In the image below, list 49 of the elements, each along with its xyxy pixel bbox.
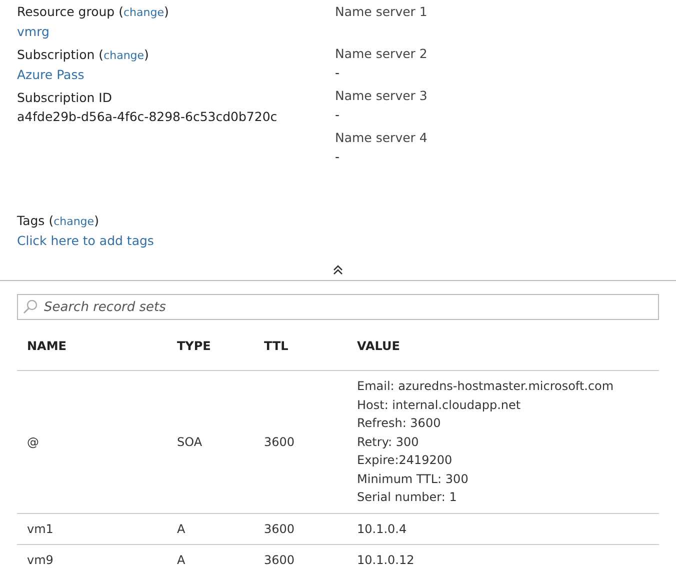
table-cell-text: Retry: 300: [357, 434, 419, 450]
column-header: VALUE: [357, 339, 400, 353]
parenthesis: (: [98, 46, 104, 64]
field-label: Name server 2: [335, 45, 428, 63]
table-cell: SOA: [177, 434, 202, 449]
parenthesis: ): [94, 212, 99, 230]
change-link[interactable]: change: [124, 4, 164, 22]
table-cell-text: 10.1.0.12: [357, 552, 414, 569]
parenthesis: (: [118, 3, 124, 21]
field-label: Name server 4: [335, 129, 428, 147]
table-cell-text: 10.1.0.4: [357, 520, 407, 538]
field-value: -: [335, 64, 341, 82]
table-cell: @: [27, 434, 39, 449]
parenthesis: ): [164, 3, 169, 21]
table-cell-text: Minimum TTL: 300: [357, 470, 468, 488]
value-link[interactable]: vmrg: [17, 22, 335, 41]
field-label: Name server 3: [335, 87, 428, 105]
field-value: -: [335, 106, 341, 124]
value-link[interactable]: Azure Pass: [17, 65, 335, 84]
field-label: Subscription: [17, 46, 95, 64]
field-label: Tags: [17, 212, 45, 230]
table-cell: vm9: [27, 553, 54, 568]
field-label: Resource group: [17, 3, 115, 21]
search-field[interactable]: Search record sets: [17, 294, 659, 320]
table-cell: vm1: [27, 522, 54, 536]
table-cell: A: [177, 522, 186, 536]
column-header: TYPE: [177, 339, 211, 353]
parenthesis: (: [48, 212, 54, 230]
table-cell-text: Email: azuredns-hostmaster.microsoft.com: [357, 378, 614, 395]
parenthesis: ): [144, 46, 149, 64]
table-cell: 3600: [264, 522, 295, 536]
field-value: -: [335, 148, 341, 166]
table-cell: A: [177, 553, 186, 568]
table-cell-text: Expire:2419200: [357, 452, 452, 469]
add-tags-link[interactable]: Click here to add tags: [17, 231, 335, 250]
column-header: TTL: [264, 339, 288, 353]
table-cell: 3600: [264, 553, 295, 568]
field-value: a4fde29b-d56a-4f6c-8298-6c53cd0b720c: [17, 108, 278, 126]
change-link[interactable]: change: [54, 213, 94, 231]
column-header: NAME: [27, 339, 66, 353]
collapse-icon[interactable]: [333, 265, 343, 275]
change-link[interactable]: change: [104, 47, 144, 65]
table-cell-text: Host: internal.cloudapp.net: [357, 396, 521, 414]
field-label: Name server 1: [335, 3, 428, 21]
table-cell-text: Refresh: 3600: [357, 415, 441, 432]
field-label: Subscription ID: [17, 89, 112, 107]
search-icon: [23, 299, 38, 314]
table-cell-text: Serial number: 1: [357, 489, 457, 506]
table-cell: 3600: [264, 434, 295, 449]
